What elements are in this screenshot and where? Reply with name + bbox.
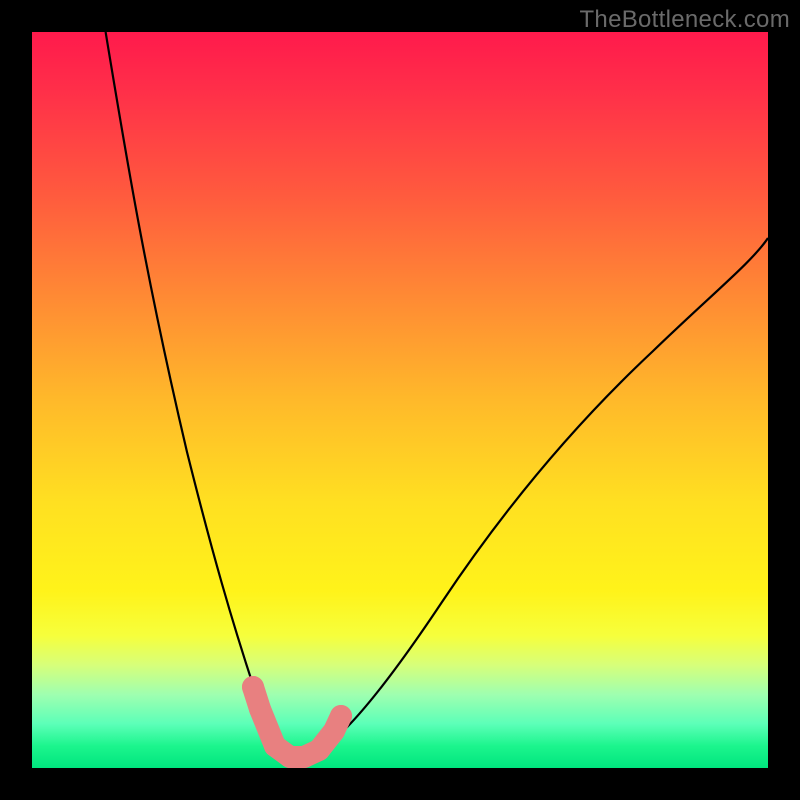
outer-frame: TheBottleneck.com (0, 0, 800, 800)
marker-point (242, 676, 264, 698)
plot-area (32, 32, 768, 768)
marker-point (308, 739, 330, 761)
right-curve (326, 238, 768, 746)
attribution-text: TheBottleneck.com (579, 6, 790, 34)
chart-svg (32, 32, 768, 768)
left-curve (106, 32, 279, 752)
marker-point (330, 705, 352, 727)
marker-point (249, 698, 271, 720)
